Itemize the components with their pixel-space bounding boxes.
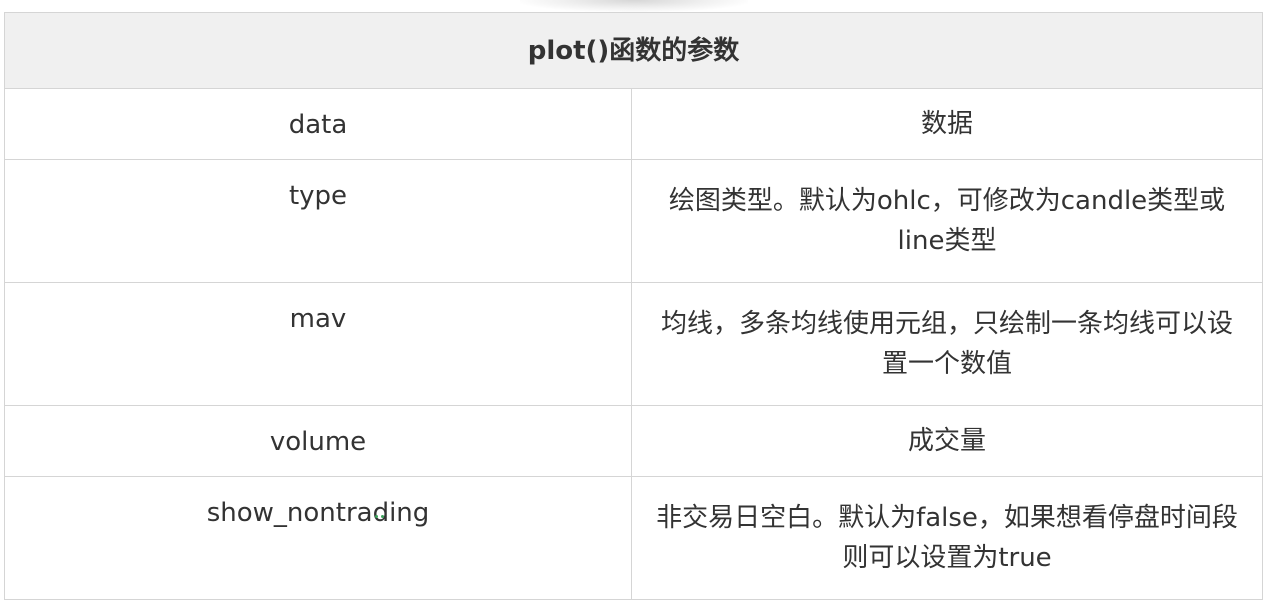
param-desc: 数据: [631, 88, 1263, 160]
table-row: data 数据: [4, 88, 1263, 160]
table-row: mav 均线，多条均线使用元组，只绘制一条均线可以设置一个数值: [4, 282, 1263, 406]
param-name: type: [4, 159, 632, 283]
param-name: volume: [4, 405, 632, 477]
param-desc: 成交量: [631, 405, 1263, 477]
param-desc: 均线，多条均线使用元组，只绘制一条均线可以设置一个数值: [631, 282, 1263, 406]
param-name: mav: [4, 282, 632, 406]
spellcheck-marker: [375, 515, 385, 519]
table-row: show_nontrading 非交易日空白。默认为false，如果想看停盘时间…: [4, 476, 1263, 600]
table-header-row: plot()函数的参数: [4, 12, 1263, 89]
param-desc: 绘图类型。默认为ohlc，可修改为candle类型或line类型: [631, 159, 1263, 283]
table-row: type 绘图类型。默认为ohlc，可修改为candle类型或line类型: [4, 159, 1263, 283]
top-shadow-decoration: [520, 0, 748, 12]
param-name: data: [4, 88, 632, 160]
table-row: volume 成交量: [4, 405, 1263, 477]
plot-params-table: plot()函数的参数 data 数据 type 绘图类型。默认为ohlc，可修…: [4, 12, 1263, 600]
param-name: show_nontrading: [4, 476, 632, 600]
table-header: plot()函数的参数: [4, 12, 1263, 89]
param-desc: 非交易日空白。默认为false，如果想看停盘时间段则可以设置为true: [631, 476, 1263, 600]
